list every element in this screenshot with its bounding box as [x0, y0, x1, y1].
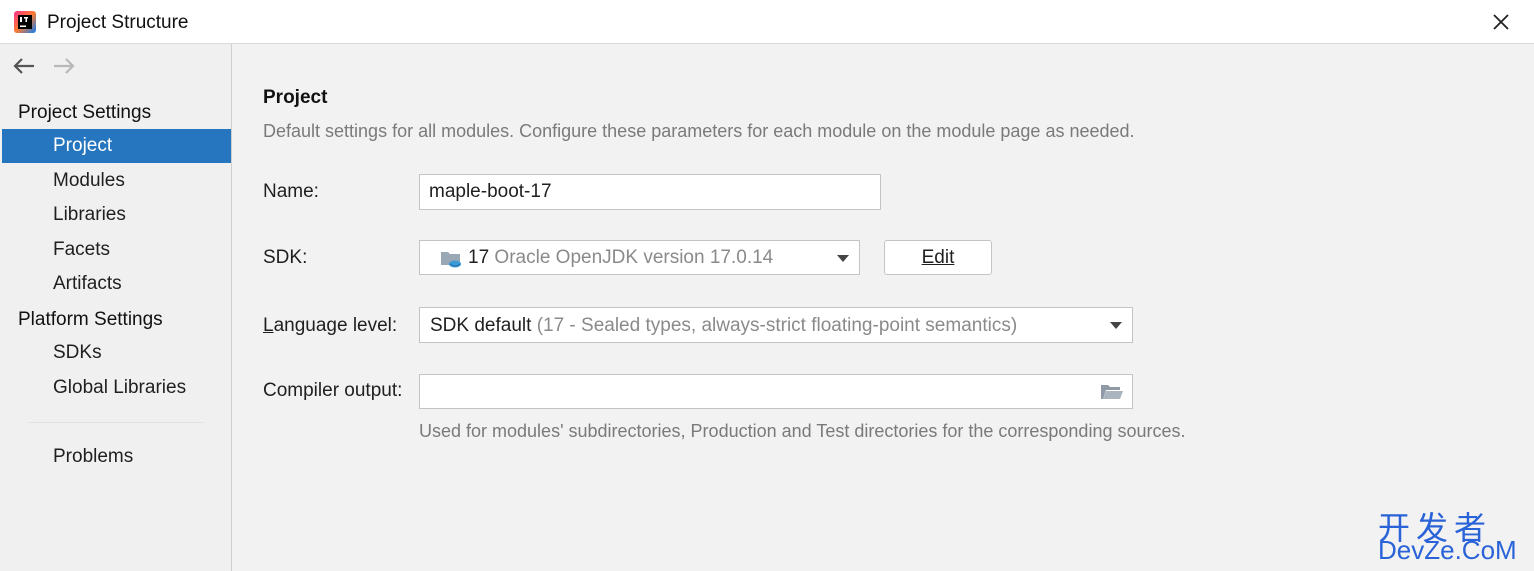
arrow-left-icon[interactable] [12, 57, 36, 75]
sidebar-item-problems[interactable]: Problems [2, 440, 231, 474]
folder-open-icon[interactable] [1100, 383, 1124, 401]
main-panel: Project Default settings for all modules… [233, 44, 1534, 571]
sidebar: Project Settings Project Modules Librari… [0, 44, 232, 571]
edit-sdk-button[interactable]: Edit [884, 240, 992, 275]
sidebar-item-sdks[interactable]: SDKs [2, 336, 231, 370]
sidebar-item-modules[interactable]: Modules [2, 164, 231, 198]
jdk-folder-icon [441, 252, 461, 268]
edit-button-label: Edit [921, 247, 955, 268]
watermark-logo-en: DevZe.CoM [1378, 535, 1517, 565]
sidebar-item-global-libraries[interactable]: Global Libraries [2, 371, 231, 405]
name-field[interactable]: maple-boot-17 [419, 174, 881, 210]
page-title: Project [263, 87, 328, 108]
name-label: Name: [263, 181, 319, 202]
page-description: Default settings for all modules. Config… [263, 121, 1135, 141]
title-bar: Project Structure [0, 0, 1534, 44]
language-level-label: Language level: [263, 315, 398, 336]
sidebar-item-artifacts[interactable]: Artifacts [2, 267, 231, 301]
sidebar-item-facets[interactable]: Facets [2, 233, 231, 267]
language-level-value: SDK default [430, 315, 532, 336]
sdk-version: 17 [468, 247, 490, 268]
compiler-output-field[interactable] [419, 374, 1133, 409]
chevron-down-icon [1110, 322, 1122, 329]
language-level-dropdown[interactable]: SDK default (17 - Sealed types, always-s… [419, 307, 1133, 343]
sdk-dropdown[interactable]: 17 Oracle OpenJDK version 17.0.14 [419, 240, 860, 275]
close-icon[interactable] [1491, 12, 1511, 32]
sdk-label: SDK: [263, 247, 308, 268]
arrow-right-icon[interactable] [52, 57, 76, 75]
compiler-output-hint: Used for modules' subdirectories, Produc… [419, 421, 1186, 441]
platform-settings-header: Platform Settings [18, 309, 163, 330]
language-level-detail: (17 - Sealed types, always-strict floati… [536, 315, 1018, 336]
sidebar-divider [28, 422, 204, 423]
sidebar-item-libraries[interactable]: Libraries [2, 198, 231, 232]
intellij-idea-icon [14, 11, 36, 33]
chevron-down-icon [837, 255, 849, 262]
window-title: Project Structure [47, 12, 189, 33]
compiler-output-label: Compiler output: [263, 380, 403, 401]
project-settings-header: Project Settings [18, 102, 152, 123]
sidebar-item-project[interactable]: Project [2, 129, 231, 163]
sdk-detail: Oracle OpenJDK version 17.0.14 [494, 247, 774, 268]
